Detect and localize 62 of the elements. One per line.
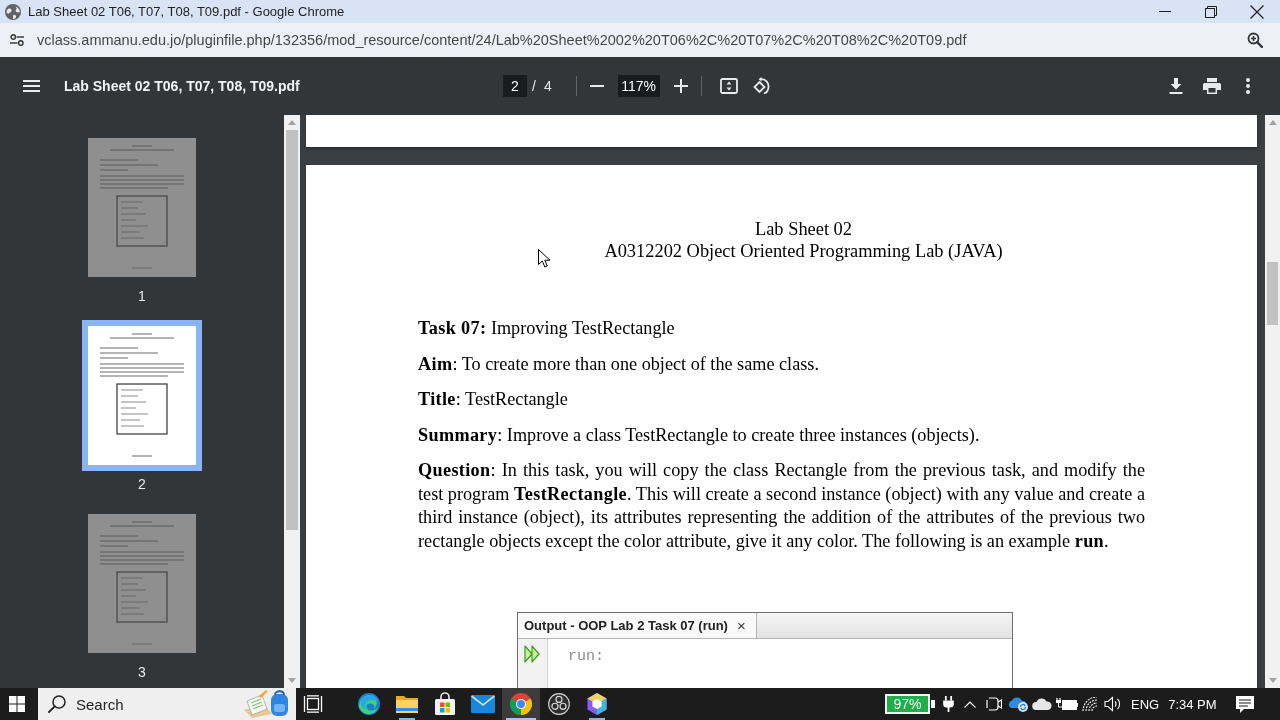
start-icon[interactable] xyxy=(9,696,25,712)
aperture-icon xyxy=(548,693,570,715)
cloud-icon[interactable] xyxy=(1032,698,1052,710)
page-number-label: 1 xyxy=(138,287,146,305)
run-arrows-icon[interactable] xyxy=(523,645,542,663)
scrollbar-thumb[interactable] xyxy=(1267,262,1278,325)
paragraph: Summary: Improve a class TestRectangle to create three instances (objects). xyxy=(418,423,981,447)
video-camera-icon[interactable] xyxy=(986,696,1002,712)
page-thumbnail[interactable] xyxy=(88,138,196,277)
page-number-label: 2 xyxy=(138,475,146,493)
menu-icon[interactable] xyxy=(23,80,40,92)
page-thumbnail[interactable] xyxy=(88,514,196,653)
search-icon xyxy=(48,695,66,713)
console-output-line: run: xyxy=(568,648,604,665)
close-icon[interactable] xyxy=(1250,4,1264,19)
fit-to-page-icon[interactable] xyxy=(719,78,738,94)
zoom-field[interactable]: 117% xyxy=(617,75,660,97)
tricolor-circle-icon xyxy=(510,693,532,715)
page-separator: / xyxy=(532,78,536,94)
more-options-icon[interactable] xyxy=(1246,78,1250,94)
paragraph: Task 07: Improving TestRectangle xyxy=(418,317,676,340)
page-thumbnail[interactable] xyxy=(82,320,202,471)
language-indicator[interactable]: ENG xyxy=(1131,696,1160,712)
print-icon[interactable] xyxy=(1203,78,1221,94)
wifi-icon[interactable] xyxy=(1081,697,1099,711)
globe-icon xyxy=(5,3,21,20)
site-settings-icon[interactable] xyxy=(10,34,24,46)
restore-icon[interactable] xyxy=(1205,5,1217,18)
output-tab[interactable]: Output - OOP Lab 2 Task 07 (run) × xyxy=(518,613,757,638)
tab-close-button[interactable]: × xyxy=(736,617,746,634)
rotate-icon[interactable] xyxy=(751,77,770,95)
taskbar-button[interactable] xyxy=(502,688,540,720)
page-number-label: 3 xyxy=(138,663,146,681)
window-title: Lab Sheet 02 T06, T07, T08, T09.pdf - Google Chrome xyxy=(28,4,345,19)
notification-icon[interactable] xyxy=(1235,695,1254,713)
zoom-in-icon[interactable] xyxy=(673,79,688,93)
swirl-logo-icon xyxy=(357,692,381,716)
chevron-up-icon[interactable] xyxy=(964,700,976,708)
mouse-cursor-icon xyxy=(538,249,551,268)
notebook-and-backpack-icon xyxy=(244,690,290,718)
download-icon[interactable] xyxy=(1169,78,1183,94)
page-count: 4 xyxy=(543,78,552,94)
document-title: Lab Sheet 02 T06, T07, T08, T09.pdf xyxy=(64,78,300,94)
cloud-sync-icon[interactable] xyxy=(1007,696,1029,712)
document-heading: Lab Sheet 02 xyxy=(754,218,852,240)
plug-icon xyxy=(943,696,954,712)
paragraph: Title: TestRectangle xyxy=(418,388,569,411)
speaker-icon[interactable] xyxy=(1104,696,1122,712)
tab-title: Output - OOP Lab 2 Task 07 (run) xyxy=(524,618,728,633)
paragraph: Question: In this task, you will copy the class Rectangle from the previous task, and modify the test program TestRectangle. This will create a second instance (object) with any value and create a third instance (object), its attributes representing the addition of the attributes of the previous two rectangle objects except the color attribute, give it any color. The following is an example run. xyxy=(418,459,1145,553)
task-view-icon[interactable] xyxy=(303,695,323,713)
envelope-icon xyxy=(471,695,495,713)
paragraph: Aim: To create more than one object of the same class. xyxy=(418,352,820,376)
zoom-icon[interactable] xyxy=(1247,32,1263,48)
document-subheading: A0312202 Object Oriented Programming Lab (JAVA) xyxy=(604,240,1003,262)
shopping-bag-icon xyxy=(433,692,457,716)
page-number-field[interactable]: 2 xyxy=(503,75,527,97)
search-field[interactable]: Search xyxy=(38,688,296,720)
clock-time[interactable]: 7:34 PM xyxy=(1168,696,1217,712)
scrollbar-thumb[interactable] xyxy=(286,130,298,530)
battery-charging-icon[interactable] xyxy=(1056,698,1078,710)
hexagon-icon xyxy=(586,693,608,715)
